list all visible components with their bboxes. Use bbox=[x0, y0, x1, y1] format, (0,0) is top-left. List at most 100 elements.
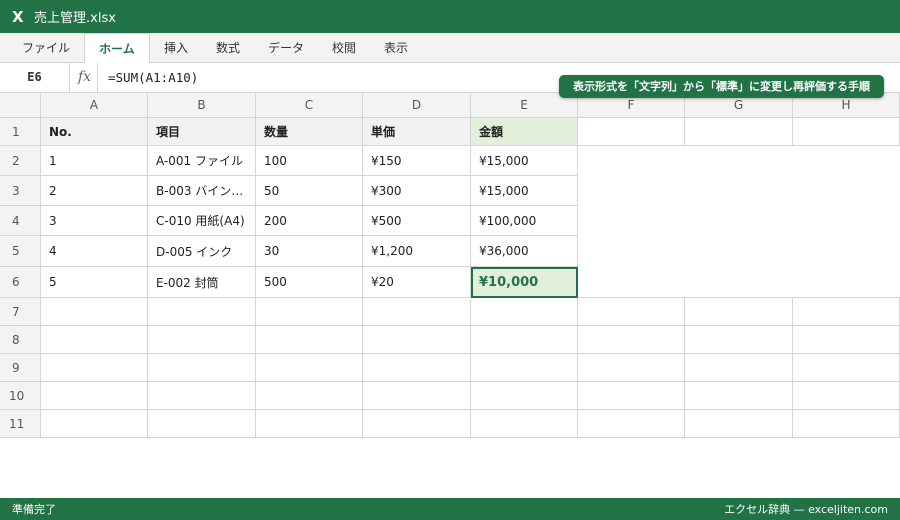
row-header-10[interactable]: 10 bbox=[0, 382, 41, 410]
cell-f9[interactable] bbox=[578, 354, 685, 382]
cell-f7[interactable] bbox=[578, 298, 685, 326]
row-header-6[interactable]: 6 bbox=[0, 267, 41, 298]
cell-b10[interactable] bbox=[148, 382, 256, 410]
cell-f10[interactable] bbox=[578, 382, 685, 410]
column-header-b[interactable]: B bbox=[148, 93, 256, 118]
row-header-1[interactable]: 1 bbox=[0, 118, 41, 146]
cell-c9[interactable] bbox=[256, 354, 363, 382]
cell-c1[interactable]: 数量 bbox=[256, 118, 363, 146]
cell-c11[interactable] bbox=[256, 410, 363, 438]
cell-g3[interactable] bbox=[685, 176, 793, 206]
cell-e5[interactable]: ¥36,000 bbox=[471, 236, 578, 267]
cell-b11[interactable] bbox=[148, 410, 256, 438]
column-header-c[interactable]: C bbox=[256, 93, 363, 118]
tab-formulas[interactable]: 数式 bbox=[204, 33, 252, 63]
column-header-d[interactable]: D bbox=[363, 93, 471, 118]
cell-d7[interactable] bbox=[363, 298, 471, 326]
cell-f2[interactable] bbox=[578, 146, 685, 176]
cell-h1[interactable] bbox=[793, 118, 900, 146]
cell-b2[interactable]: A-001 ファイル bbox=[148, 146, 256, 176]
tab-file[interactable]: ファイル bbox=[10, 33, 82, 63]
cell-a7[interactable] bbox=[41, 298, 148, 326]
cell-e9[interactable] bbox=[471, 354, 578, 382]
cell-e11[interactable] bbox=[471, 410, 578, 438]
cell-h8[interactable] bbox=[793, 326, 900, 354]
cell-c2[interactable]: 100 bbox=[256, 146, 363, 176]
column-header-a[interactable]: A bbox=[41, 93, 148, 118]
cell-f6[interactable] bbox=[578, 267, 685, 298]
cell-d8[interactable] bbox=[363, 326, 471, 354]
cell-a1[interactable]: No. bbox=[41, 118, 148, 146]
cell-a4[interactable]: 3 bbox=[41, 206, 148, 236]
cell-g5[interactable] bbox=[685, 236, 793, 267]
cell-g6[interactable] bbox=[685, 267, 793, 298]
fx-icon[interactable]: fx bbox=[72, 63, 98, 92]
cell-c8[interactable] bbox=[256, 326, 363, 354]
cell-d5[interactable]: ¥1,200 bbox=[363, 236, 471, 267]
cell-c4[interactable]: 200 bbox=[256, 206, 363, 236]
cell-a3[interactable]: 2 bbox=[41, 176, 148, 206]
cell-b3[interactable]: B-003 バイン… bbox=[148, 176, 256, 206]
cell-h2[interactable] bbox=[793, 146, 900, 176]
cell-f5[interactable] bbox=[578, 236, 685, 267]
cell-h11[interactable] bbox=[793, 410, 900, 438]
cell-b7[interactable] bbox=[148, 298, 256, 326]
cell-a9[interactable] bbox=[41, 354, 148, 382]
tab-insert[interactable]: 挿入 bbox=[152, 33, 200, 63]
cell-a5[interactable]: 4 bbox=[41, 236, 148, 267]
cell-e6-selected[interactable]: ¥10,000 bbox=[471, 267, 578, 298]
cell-f4[interactable] bbox=[578, 206, 685, 236]
cell-e4[interactable]: ¥100,000 bbox=[471, 206, 578, 236]
cell-b6[interactable]: E-002 封筒 bbox=[148, 267, 256, 298]
cell-a6[interactable]: 5 bbox=[41, 267, 148, 298]
select-all-corner[interactable] bbox=[0, 93, 41, 118]
tab-view[interactable]: 表示 bbox=[372, 33, 420, 63]
cell-b4[interactable]: C-010 用紙(A4) bbox=[148, 206, 256, 236]
cell-a11[interactable] bbox=[41, 410, 148, 438]
cell-b5[interactable]: D-005 インク bbox=[148, 236, 256, 267]
cell-a2[interactable]: 1 bbox=[41, 146, 148, 176]
cell-h10[interactable] bbox=[793, 382, 900, 410]
cell-f3[interactable] bbox=[578, 176, 685, 206]
cell-e1[interactable]: 金額 bbox=[471, 118, 578, 146]
cell-h4[interactable] bbox=[793, 206, 900, 236]
cell-c6[interactable]: 500 bbox=[256, 267, 363, 298]
cell-f11[interactable] bbox=[578, 410, 685, 438]
cell-b8[interactable] bbox=[148, 326, 256, 354]
row-header-11[interactable]: 11 bbox=[0, 410, 41, 438]
cell-a10[interactable] bbox=[41, 382, 148, 410]
cell-a8[interactable] bbox=[41, 326, 148, 354]
row-header-7[interactable]: 7 bbox=[0, 298, 41, 326]
cell-g2[interactable] bbox=[685, 146, 793, 176]
cell-h7[interactable] bbox=[793, 298, 900, 326]
cell-c10[interactable] bbox=[256, 382, 363, 410]
cell-d2[interactable]: ¥150 bbox=[363, 146, 471, 176]
cell-g10[interactable] bbox=[685, 382, 793, 410]
cell-d9[interactable] bbox=[363, 354, 471, 382]
cell-e7[interactable] bbox=[471, 298, 578, 326]
cell-d1[interactable]: 単価 bbox=[363, 118, 471, 146]
cell-e8[interactable] bbox=[471, 326, 578, 354]
cell-h6[interactable] bbox=[793, 267, 900, 298]
row-header-3[interactable]: 3 bbox=[0, 176, 41, 206]
cell-g7[interactable] bbox=[685, 298, 793, 326]
row-header-9[interactable]: 9 bbox=[0, 354, 41, 382]
cell-e2[interactable]: ¥15,000 bbox=[471, 146, 578, 176]
cell-c3[interactable]: 50 bbox=[256, 176, 363, 206]
cell-d4[interactable]: ¥500 bbox=[363, 206, 471, 236]
tab-home[interactable]: ホーム bbox=[84, 33, 150, 64]
cell-e10[interactable] bbox=[471, 382, 578, 410]
row-header-5[interactable]: 5 bbox=[0, 236, 41, 267]
cell-e3[interactable]: ¥15,000 bbox=[471, 176, 578, 206]
cell-c5[interactable]: 30 bbox=[256, 236, 363, 267]
cell-g1[interactable] bbox=[685, 118, 793, 146]
tab-review[interactable]: 校閲 bbox=[320, 33, 368, 63]
cell-h9[interactable] bbox=[793, 354, 900, 382]
formula-input[interactable]: =SUM(A1:A10) bbox=[108, 63, 198, 92]
cell-g8[interactable] bbox=[685, 326, 793, 354]
cell-g4[interactable] bbox=[685, 206, 793, 236]
cell-f8[interactable] bbox=[578, 326, 685, 354]
cell-d10[interactable] bbox=[363, 382, 471, 410]
cell-b9[interactable] bbox=[148, 354, 256, 382]
cell-h3[interactable] bbox=[793, 176, 900, 206]
